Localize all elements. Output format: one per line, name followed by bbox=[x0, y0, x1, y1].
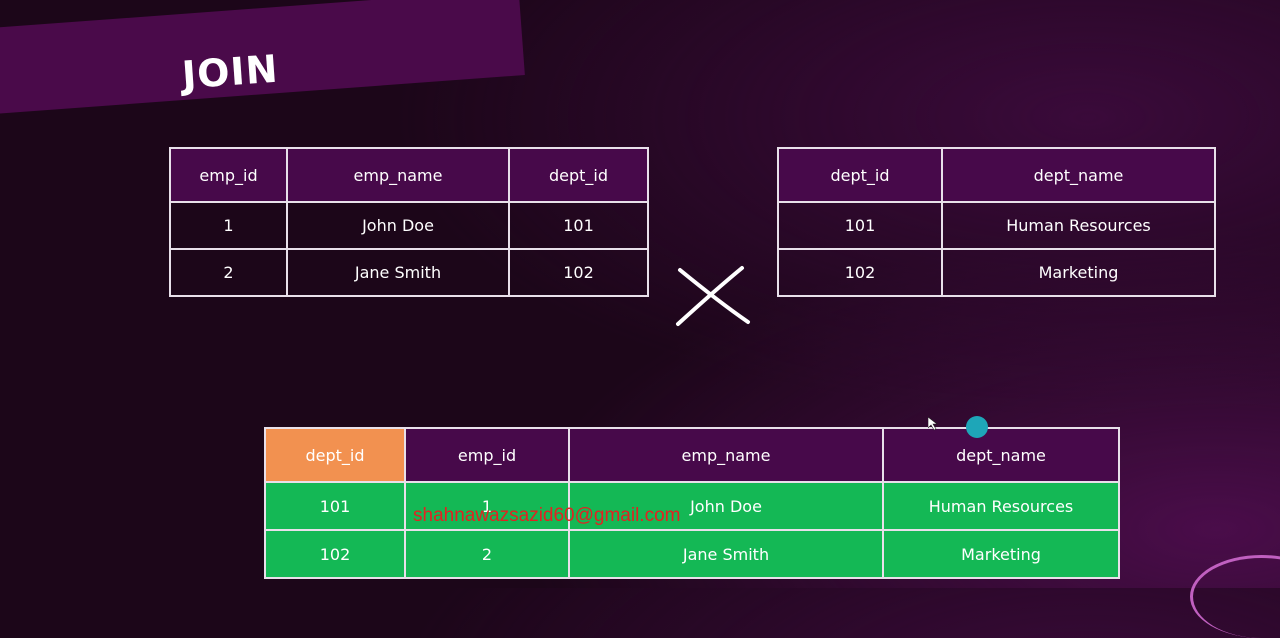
cell: Human Resources bbox=[882, 481, 1120, 531]
cell: Human Resources bbox=[941, 201, 1216, 250]
decorative-arc bbox=[1190, 555, 1280, 638]
table-header-row: dept_id dept_name bbox=[777, 147, 1216, 203]
cell: 2 bbox=[169, 248, 288, 297]
table-row: 101 Human Resources bbox=[777, 201, 1216, 250]
page-title: JOIN bbox=[180, 46, 280, 98]
table-row: 102 Marketing bbox=[777, 248, 1216, 297]
table-header-row: emp_id emp_name dept_id bbox=[169, 147, 649, 203]
cell: 101 bbox=[777, 201, 943, 250]
table-header-row: dept_id emp_id emp_name dept_name bbox=[264, 427, 1120, 483]
header-emp-name: emp_name bbox=[286, 147, 510, 203]
cross-icon bbox=[676, 266, 750, 326]
header-emp-id: emp_id bbox=[404, 427, 570, 483]
header-dept-id: dept_id bbox=[508, 147, 649, 203]
header-emp-id: emp_id bbox=[169, 147, 288, 203]
table-row: 102 2 Jane Smith Marketing bbox=[264, 529, 1120, 579]
cursor-highlight bbox=[966, 416, 988, 438]
header-dept-id: dept_id bbox=[777, 147, 943, 203]
watermark-email: shahnawazsazid60@gmail.com bbox=[413, 505, 681, 526]
header-dept-name: dept_name bbox=[941, 147, 1216, 203]
cell: Jane Smith bbox=[568, 529, 884, 579]
header-dept-id-key: dept_id bbox=[264, 427, 406, 483]
employees-table: emp_id emp_name dept_id 1 John Doe 101 2… bbox=[169, 147, 649, 297]
table-row: 1 John Doe 101 bbox=[169, 201, 649, 250]
header-dept-name: dept_name bbox=[882, 427, 1120, 483]
cell: Jane Smith bbox=[286, 248, 510, 297]
cell: Marketing bbox=[941, 248, 1216, 297]
cell: 101 bbox=[508, 201, 649, 250]
cell: 102 bbox=[264, 529, 406, 579]
cell: John Doe bbox=[286, 201, 510, 250]
cell: 2 bbox=[404, 529, 570, 579]
cell: Marketing bbox=[882, 529, 1120, 579]
cell: 102 bbox=[777, 248, 943, 297]
departments-table: dept_id dept_name 101 Human Resources 10… bbox=[777, 147, 1216, 297]
header-emp-name: emp_name bbox=[568, 427, 884, 483]
join-result-table: dept_id emp_id emp_name dept_name 101 1 … bbox=[264, 427, 1120, 579]
mouse-pointer-icon bbox=[928, 417, 938, 431]
cell: 101 bbox=[264, 481, 406, 531]
table-row: 101 1 John Doe Human Resources bbox=[264, 481, 1120, 531]
cell: 102 bbox=[508, 248, 649, 297]
table-row: 2 Jane Smith 102 bbox=[169, 248, 649, 297]
cell: 1 bbox=[169, 201, 288, 250]
